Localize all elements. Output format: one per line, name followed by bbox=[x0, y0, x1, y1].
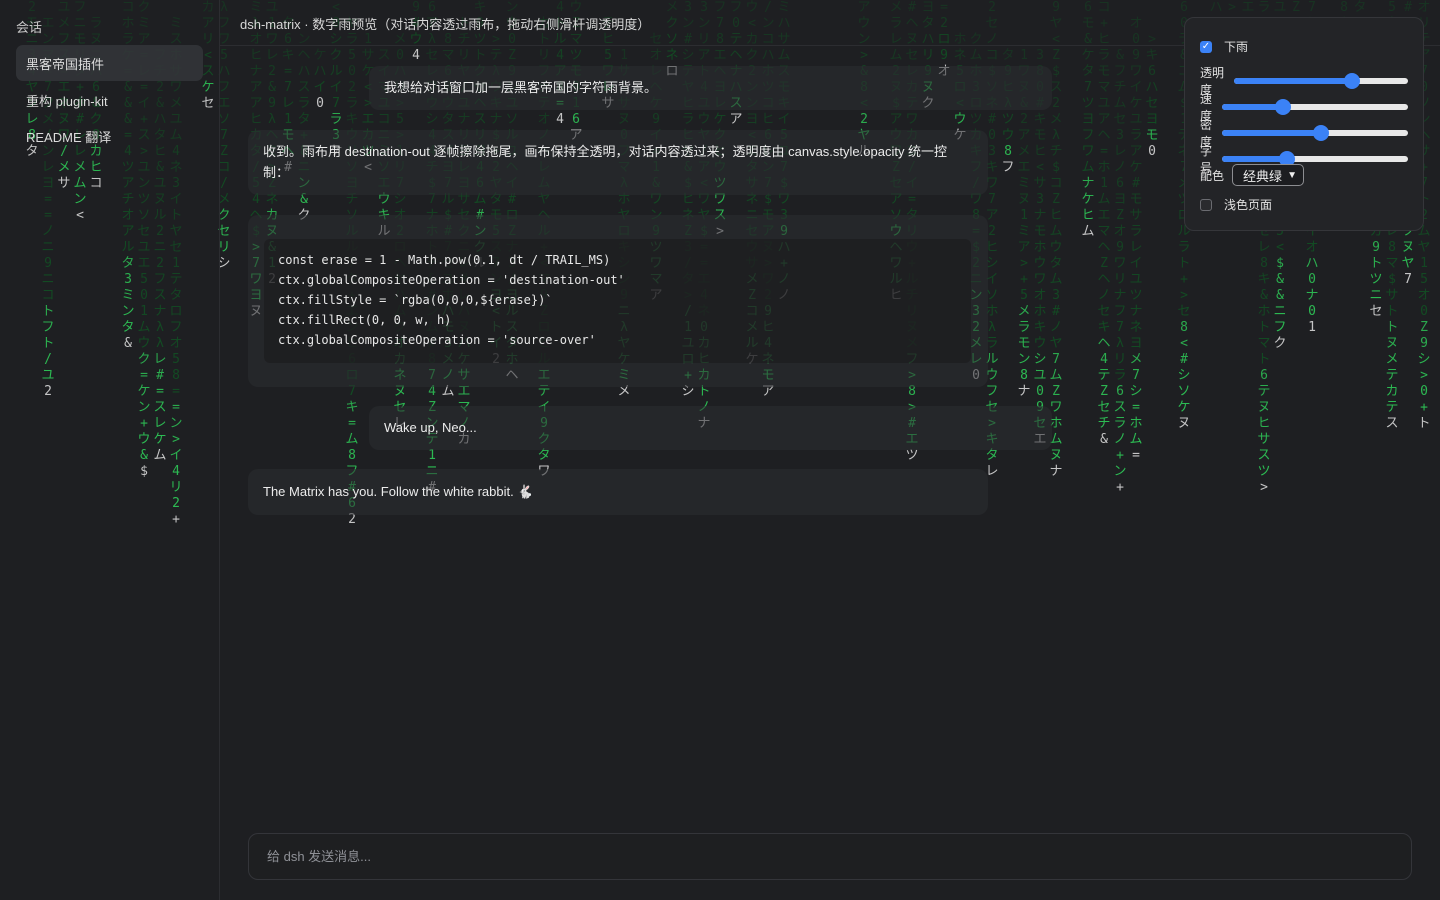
code-line: ctx.fillRect(0, 0, w, h) bbox=[278, 313, 452, 327]
slider-fill bbox=[1222, 156, 1288, 162]
light-page-checkbox[interactable] bbox=[1200, 198, 1212, 211]
slider-thumb[interactable] bbox=[1275, 99, 1292, 115]
conversation-item-refactor[interactable]: 重构 plugin-kit bbox=[16, 82, 203, 118]
message-text: The Matrix has you. Follow the white rab… bbox=[263, 484, 534, 499]
conversation-item-hacker-plugin[interactable]: 黑客帝国插件 bbox=[16, 45, 203, 81]
slider-fill bbox=[1222, 130, 1321, 136]
opacity-slider[interactable] bbox=[1234, 73, 1408, 89]
conversation-item-readme[interactable]: README 翻译 bbox=[16, 118, 203, 154]
font-size-slider[interactable] bbox=[1222, 151, 1408, 167]
assistant-code-message: const erase = 1 - Math.pow(0.1, dt / TRA… bbox=[248, 215, 988, 387]
density-slider[interactable] bbox=[1222, 125, 1408, 141]
palette-selected-value: 经典绿 bbox=[1243, 168, 1283, 184]
slider-thumb[interactable] bbox=[1312, 125, 1329, 141]
conversation-label: 重构 plugin-kit bbox=[26, 93, 108, 109]
palette-row: 配色 经典绿 ▼ bbox=[1200, 164, 1408, 186]
message-text: Wake up, Neo... bbox=[384, 420, 477, 435]
code-line: ctx.globalCompositeOperation = 'destinat… bbox=[278, 273, 625, 287]
rain-settings-panel: ✓ 下雨 透明度 速度 密度 字号 配色 经典绿 ▼ 浅色页面 bbox=[1184, 17, 1424, 231]
code-line: ctx.globalCompositeOperation = 'source-o… bbox=[278, 333, 596, 347]
sidebar: 会话 黑客帝国插件 重构 plugin-kit README 翻译 bbox=[0, 0, 220, 900]
message-input[interactable] bbox=[265, 848, 1369, 865]
palette-select[interactable]: 经典绿 ▼ bbox=[1232, 164, 1304, 186]
light-page-label: 浅色页面 bbox=[1224, 198, 1273, 212]
conversation-label: 黑客帝国插件 bbox=[26, 56, 105, 72]
rain-column: オ 0 9 ワイケユラアケ # モサラレイユツナネヨメ 7 シ = ホム = bbox=[1129, 16, 1143, 463]
code-line: ctx.fillStyle = `rgba(0,0,0,${erase})` bbox=[278, 293, 553, 307]
sidebar-title: 会话 bbox=[16, 20, 43, 35]
user-message: 我想给对话窗口加一层黑客帝国的字符雨背景。 bbox=[369, 66, 1052, 110]
rain-column: > キ 6 ハセヨモ 0 bbox=[1145, 32, 1159, 159]
conversation-label: README 翻译 bbox=[26, 129, 112, 145]
message-text: 我想给对话窗口加一层黑客帝国的字符雨背景。 bbox=[384, 80, 658, 95]
rain-toggle-row[interactable]: ✓ 下雨 bbox=[1200, 38, 1408, 55]
code-line: const erase = 1 - Math.pow(0.1, dt / TRA… bbox=[278, 253, 611, 267]
rain-column: ンヘハスラタ+8ニン&ク bbox=[297, 32, 311, 223]
light-page-row[interactable]: 浅色页面 bbox=[1200, 196, 1408, 213]
rain-column: ケハイ0 bbox=[313, 48, 327, 111]
slider-fill bbox=[1222, 104, 1284, 110]
palette-label: 配色 bbox=[1200, 168, 1225, 183]
speed-slider[interactable] bbox=[1222, 99, 1408, 115]
rain-column: & フチムセ 3 レノ 6 ヨ Z オ 9 ワリナフ 7 λ リラ 6 スラノ + ン + bbox=[1113, 48, 1127, 495]
rain-checkbox[interactable]: ✓ bbox=[1200, 40, 1212, 53]
message-composer[interactable] bbox=[248, 833, 1412, 880]
rain-toggle-label: 下雨 bbox=[1224, 40, 1249, 54]
code-block: const erase = 1 - Math.pow(0.1, dt / TRA… bbox=[264, 239, 971, 363]
slider-thumb[interactable] bbox=[1344, 73, 1361, 89]
rain-column: コ + ヒラモマユアヘ = ホ 1 ムエマヘ Z ヘノセキヘ 4 テ Z セチ & bbox=[1097, 0, 1111, 447]
message-text: 收到。雨布用 destination-out 逐帧擦除拖尾，画布保持全透明，对话… bbox=[263, 144, 948, 180]
user-message: Wake up, Neo... bbox=[369, 406, 1052, 450]
slider-fill bbox=[1234, 78, 1353, 84]
assistant-message: 收到。雨布用 destination-out 逐帧擦除拖尾，画布保持全透明，对话… bbox=[248, 130, 988, 195]
assistant-message: The Matrix has you. Follow the white rab… bbox=[248, 469, 988, 515]
chevron-down-icon: ▼ bbox=[1287, 169, 1297, 181]
page-title: dsh-matrix · 数字雨预览（对话内容透过雨布，拖动右侧滑杆调透明度） bbox=[240, 17, 651, 32]
